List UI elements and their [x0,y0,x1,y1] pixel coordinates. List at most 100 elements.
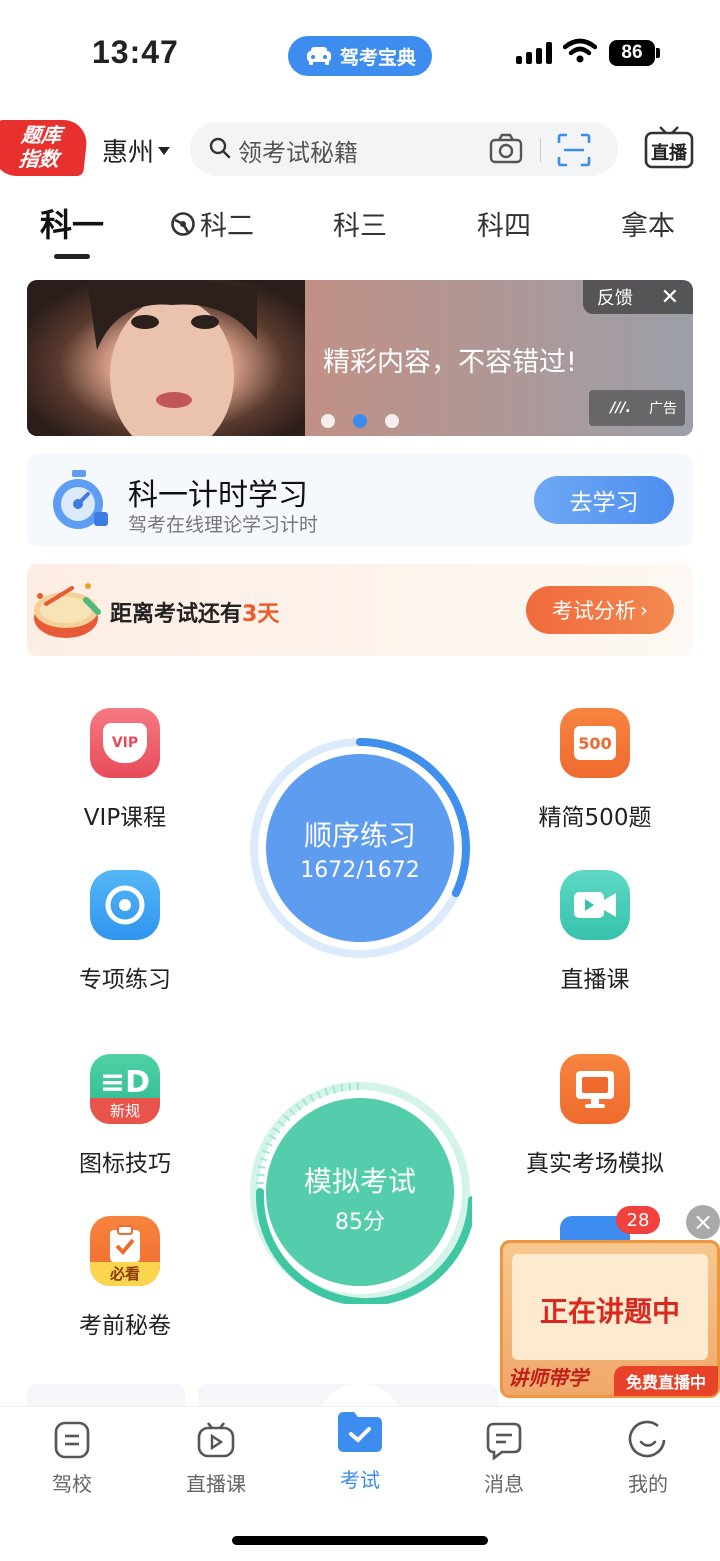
ad-tag: ///. 广告 [589,390,685,426]
live-course-icon[interactable] [560,870,630,940]
sign-glyph-icon: ≡D [99,1064,151,1100]
live-lecture-title: 正在讲题中 [539,1295,680,1328]
real-exam-sim-icon[interactable] [560,1054,630,1124]
search-icon [209,137,231,159]
sign-tips-label[interactable]: 图标技巧 [25,1144,225,1178]
signal-icon [516,42,552,64]
city-label: 惠州 [102,138,155,168]
live-label: 直播 [651,143,687,164]
nav-exam[interactable]: 考试 [288,1408,432,1493]
feedback-label: 反馈 [596,288,633,309]
folder-check-icon [338,1412,382,1452]
stopwatch-icon [53,470,108,529]
must-see-badge: 必看 [90,1262,160,1286]
float-close-icon[interactable]: × [686,1205,720,1239]
battery-indicator: 86 [609,40,655,66]
tab-ke2-label: 科二 [200,211,254,242]
smile-face-icon [628,1420,666,1458]
tab-ke1[interactable]: 科一 [20,200,124,246]
exam-analysis-label: 考试分析 [552,599,636,623]
battery-tip [656,48,660,58]
message-icon [486,1422,522,1461]
badge-line1: 题库 [20,123,63,147]
practice-progress: 1672/1672 [300,858,420,883]
wifi-icon [563,38,597,63]
steering-wheel-icon [171,211,195,236]
nav-profile-label: 我的 [628,1472,668,1496]
vip-shield: VIP [103,723,147,763]
nav-live-course-label: 直播课 [186,1472,246,1496]
tab-active-indicator [54,254,90,259]
live-entry[interactable]: 直播 [644,124,694,170]
search-divider [540,138,541,162]
vip-course-icon[interactable]: VIP [90,708,160,778]
target-icon [105,885,145,925]
city-selector[interactable]: 惠州 [102,132,171,169]
tab-license[interactable]: 拿本 [598,204,698,243]
special-practice-label[interactable]: 专项练习 [25,960,225,994]
ad-banner[interactable]: 精彩内容，不容错过! 反馈 ✕ ///. 广告 [27,280,693,436]
banner-text: 精彩内容，不容错过! [323,347,577,378]
pre-exam-paper-label[interactable]: 考前秘卷 [25,1306,225,1340]
badge-line2: 指数 [17,147,61,171]
search-input[interactable]: 领考试秘籍 [238,133,358,168]
free-live-tag: 免费直播中 [614,1366,718,1396]
nav-messages[interactable]: 消息 [432,1420,576,1497]
simplified-500-icon[interactable]: 500 [560,708,630,778]
drum-icon [34,583,101,638]
caret-down-icon [158,146,171,155]
ad-logo-icon: ///. [610,400,631,416]
special-practice-icon[interactable] [90,870,160,940]
mock-exam-button[interactable]: 模拟考试 85分 [248,1080,472,1304]
timed-study-title: 科一计时学习 [128,478,308,513]
nav-live-course[interactable]: 直播课 [144,1420,288,1497]
500-badge: 500 [574,726,616,760]
chevron-right-icon: › [640,598,648,622]
banner-feedback[interactable]: 反馈 ✕ [583,280,693,314]
carousel-dot[interactable] [385,414,399,428]
sign-tips-icon[interactable]: ≡D 新规 [90,1054,160,1124]
mock-exam-title: 模拟考试 [303,1165,416,1198]
nav-driving-school[interactable]: 驾校 [0,1420,144,1497]
live-count-badge: 28 [616,1206,660,1234]
monitor-icon [576,1071,614,1108]
nav-exam-label: 考试 [340,1468,380,1492]
app-pill-label: 驾考宝典 [339,46,416,69]
new-rule-badge: 新规 [90,1098,160,1124]
mock-exam-score: 85分 [335,1210,385,1235]
tv-play-icon [197,1422,235,1458]
banner-photo [27,280,305,436]
scan-icon[interactable] [556,132,592,168]
practice-title: 顺序练习 [303,819,416,852]
app-pill[interactable]: 驾考宝典 [288,36,432,76]
vip-course-label[interactable]: VIP课程 [25,798,225,832]
status-time: 13:47 [92,34,179,70]
carousel-dot-active[interactable] [353,414,367,428]
video-camera-icon [574,892,616,918]
tab-ke3[interactable]: 科三 [310,204,410,243]
car-icon [306,47,331,65]
ad-label: 广告 [649,401,677,417]
nav-profile[interactable]: 我的 [576,1420,720,1497]
real-exam-sim-label[interactable]: 真实考场模拟 [495,1144,695,1178]
carousel-dot[interactable] [321,414,335,428]
question-bank-index-badge[interactable]: 题库 指数 [0,120,89,176]
timed-study-subtitle: 驾考在线理论学习计时 [128,514,319,536]
exam-countdown-prefix: 距离考试还有 [110,602,243,627]
pre-exam-paper-icon[interactable]: 必看 [90,1216,160,1286]
go-study-button[interactable]: 去学习 [534,476,674,524]
teacher-guided-tag: 讲师带学 [508,1366,588,1390]
checklist-icon [110,1225,140,1262]
close-icon[interactable]: ✕ [661,285,679,310]
sequential-practice-button[interactable]: 顺序练习 1672/1672 [248,736,472,960]
live-course-label[interactable]: 直播课 [495,960,695,994]
camera-icon[interactable] [488,132,524,166]
tab-ke4[interactable]: 科四 [454,204,554,243]
nav-driving-school-label: 驾校 [52,1472,92,1496]
exam-countdown-text: 距离考试还有3天 [110,596,279,628]
exam-analysis-button[interactable]: 考试分析 › [526,586,674,634]
tab-ke2[interactable]: 科二 [170,204,266,243]
nav-messages-label: 消息 [484,1472,524,1496]
simplified-500-label[interactable]: 精简500题 [495,798,695,832]
exam-countdown-days: 3天 [242,602,280,627]
